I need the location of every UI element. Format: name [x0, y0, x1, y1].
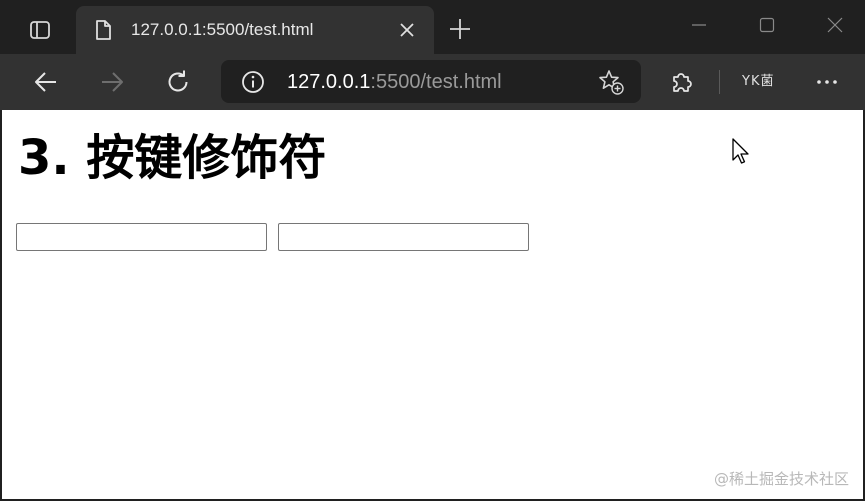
arrow-left-icon	[35, 72, 56, 92]
close-icon	[827, 17, 843, 33]
url-path: :5500/test.html	[370, 71, 502, 93]
url-host: 127.0.0.1	[287, 71, 371, 93]
page-heading: 3. 按键修饰符	[18, 130, 327, 186]
page-viewport: 3. 按键修饰符 @稀土掘金技术社区	[2, 110, 863, 499]
tab-actions-icon	[30, 21, 50, 39]
more-button[interactable]	[812, 67, 842, 97]
maximize-button[interactable]	[754, 12, 780, 38]
info-icon	[242, 71, 264, 93]
tab-actions-button[interactable]	[16, 13, 64, 47]
url-text[interactable]: 127.0.0.1:5500/test.html	[287, 70, 502, 94]
forward-button[interactable]	[97, 67, 127, 97]
browser-toolbar: 127.0.0.1:5500/test.html YK菌	[0, 54, 865, 110]
star-plus-icon	[599, 70, 624, 95]
add-favorite-button[interactable]	[597, 68, 625, 96]
text-input-1[interactable]	[16, 223, 267, 251]
page-icon	[96, 20, 111, 40]
profile-button[interactable]: YK菌	[736, 68, 780, 96]
maximize-icon	[759, 17, 775, 33]
back-button[interactable]	[31, 67, 61, 97]
close-icon	[400, 23, 414, 37]
tab-title: 127.0.0.1:5500/test.html	[131, 20, 314, 39]
text-input-2[interactable]	[278, 223, 529, 251]
puzzle-icon	[673, 73, 692, 92]
refresh-icon	[168, 70, 188, 92]
mouse-cursor-icon	[732, 138, 749, 164]
minimize-button[interactable]	[686, 12, 712, 38]
site-info-button[interactable]	[241, 70, 265, 94]
browser-window: 127.0.0.1:5500/test.html 127.0.0.1:5500/…	[0, 0, 865, 501]
new-tab-button[interactable]	[446, 15, 474, 43]
extensions-button[interactable]	[667, 67, 697, 97]
tab-strip: 127.0.0.1:5500/test.html	[0, 0, 865, 54]
more-icon	[817, 80, 837, 84]
active-tab[interactable]: 127.0.0.1:5500/test.html	[76, 6, 434, 54]
plus-icon	[450, 19, 470, 39]
window-close-button[interactable]	[822, 12, 848, 38]
refresh-button[interactable]	[163, 67, 193, 97]
minimize-icon	[692, 24, 706, 26]
toolbar-divider	[719, 70, 720, 94]
arrow-right-icon	[102, 72, 123, 92]
tab-close-button[interactable]	[396, 19, 418, 41]
address-bar[interactable]: 127.0.0.1:5500/test.html	[221, 60, 641, 103]
watermark: @稀土掘金技术社区	[713, 470, 849, 488]
